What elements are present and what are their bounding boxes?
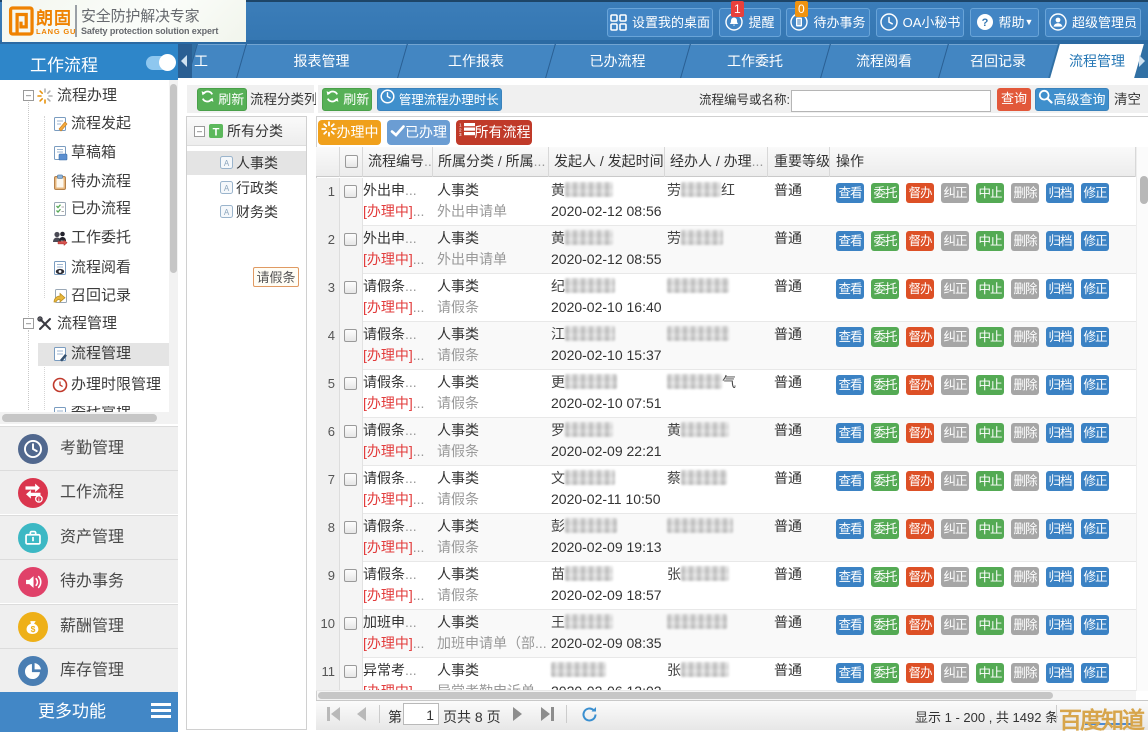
svg-text:A: A (224, 208, 230, 217)
svg-text:A: A (224, 184, 230, 193)
svg-text:A: A (224, 159, 230, 168)
svg-text:?: ? (981, 17, 988, 29)
svg-text:$: $ (31, 624, 36, 634)
svg-text:T: T (213, 127, 220, 139)
svg-text:3: 3 (459, 132, 462, 137)
